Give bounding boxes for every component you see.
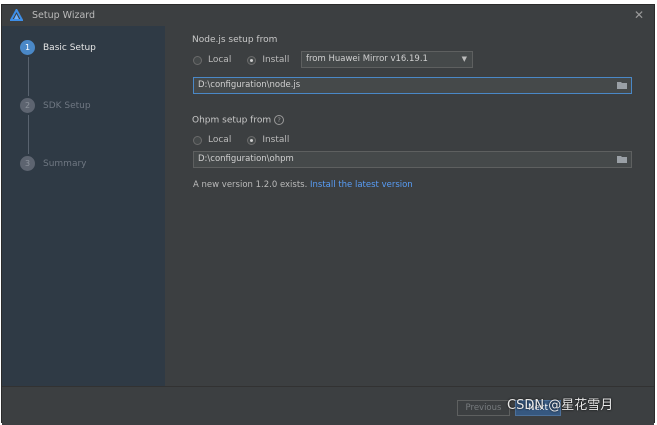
help-icon[interactable]: ?	[274, 115, 285, 125]
node-path-input[interactable]: D:\configuration\node.js	[193, 77, 632, 94]
step-summary[interactable]: 3 Summary	[20, 156, 87, 171]
step-label-sdk-setup: SDK Setup	[43, 100, 91, 111]
node-local-radio[interactable]	[193, 55, 202, 65]
ohpm-install-radio[interactable]	[247, 135, 257, 145]
step-number-3: 3	[20, 156, 35, 171]
ohpm-path-input[interactable]: D:\configuration\ohpm	[193, 151, 632, 168]
ohpm-path-value: D:\configuration\ohpm	[198, 154, 294, 164]
ohpm-install-label[interactable]: Install	[262, 135, 289, 145]
node-install-radio[interactable]	[247, 55, 257, 65]
node-local-label[interactable]: Local	[208, 55, 231, 65]
install-latest-link[interactable]: Install the latest version	[310, 180, 413, 190]
basic-setup-panel: Node.js setup from Local Install from Hu…	[165, 26, 654, 386]
chevron-down-icon: ▼	[461, 55, 467, 63]
step-label-basic-setup: Basic Setup	[43, 42, 96, 53]
window-title: Setup Wizard	[32, 10, 96, 21]
step-number-1: 1	[20, 40, 35, 55]
previous-button[interactable]: Previous	[457, 400, 510, 416]
step-connector	[28, 115, 29, 154]
step-number-2: 2	[20, 98, 35, 113]
folder-icon[interactable]	[617, 81, 627, 89]
folder-icon[interactable]	[617, 155, 627, 163]
node-mirror-select[interactable]: from Huawei Mirror v16.19.1 ▼	[301, 51, 473, 68]
update-notice-text: A new version 1.2.0 exists.	[193, 180, 311, 190]
step-label-summary: Summary	[43, 158, 87, 169]
ohpm-local-radio[interactable]	[193, 135, 202, 145]
node-install-label[interactable]: Install	[262, 55, 289, 65]
ohpm-local-label[interactable]: Local	[208, 135, 231, 145]
title-bar: Setup Wizard ✕	[2, 5, 654, 26]
node-mirror-value: from Huawei Mirror v16.19.1	[306, 54, 428, 64]
harmony-logo-icon	[10, 9, 23, 21]
node-path-value: D:\configuration\node.js	[198, 80, 301, 90]
ohpm-source-radio-group: Local Install	[193, 135, 305, 145]
setup-wizard-window: Setup Wizard ✕ 1 Basic Setup 2 SDK Setup…	[1, 4, 655, 425]
ohpm-setup-label-text: Ohpm setup from	[192, 115, 272, 126]
node-source-radio-group: Local Install	[193, 55, 305, 65]
step-basic-setup[interactable]: 1 Basic Setup	[20, 40, 96, 55]
csdn-watermark: CSDN @星花雪月	[507, 398, 614, 413]
node-setup-label: Node.js setup from	[192, 35, 278, 45]
update-notice: A new version 1.2.0 exists. Install the …	[193, 180, 413, 190]
step-connector	[28, 57, 29, 96]
close-icon[interactable]: ✕	[634, 8, 644, 22]
wizard-steps-sidebar: 1 Basic Setup 2 SDK Setup 3 Summary	[2, 26, 165, 386]
step-sdk-setup[interactable]: 2 SDK Setup	[20, 98, 91, 113]
ohpm-setup-label: Ohpm setup from?	[192, 115, 285, 126]
